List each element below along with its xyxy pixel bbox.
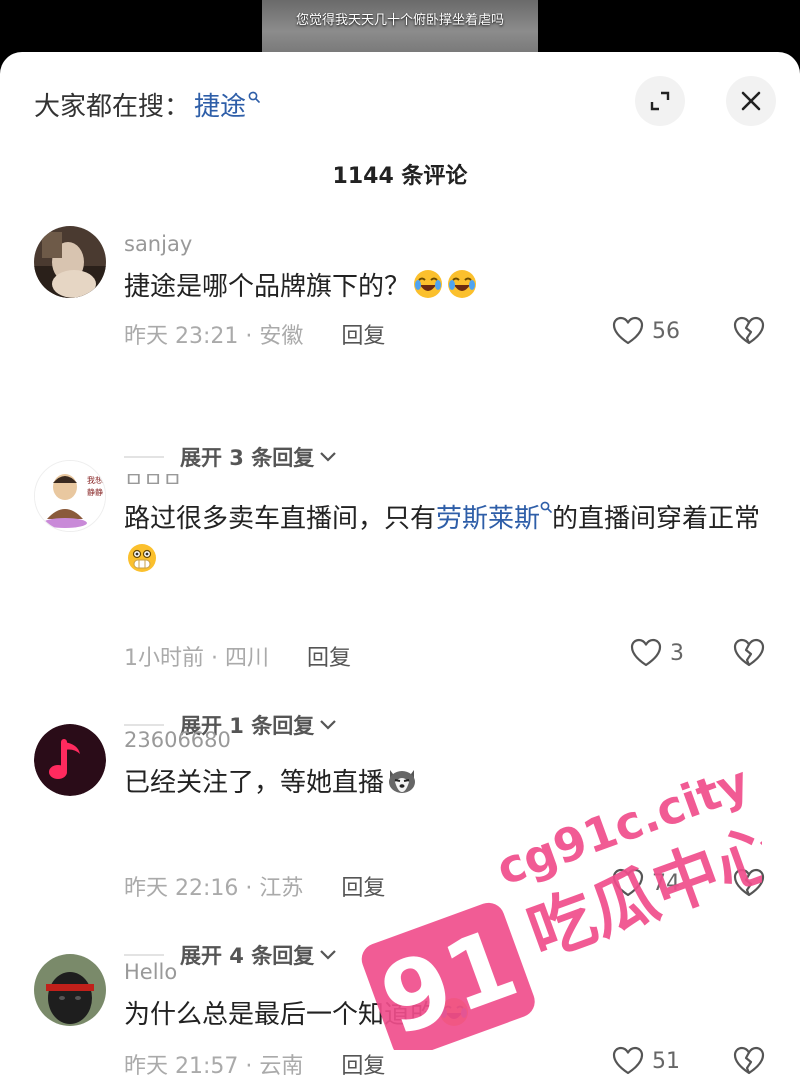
expand-divider	[124, 954, 164, 956]
like-button[interactable]: 51	[612, 1046, 680, 1076]
expand-divider	[124, 456, 164, 458]
expand-replies-label: 展开 4 条回复	[180, 944, 315, 968]
chevron-down-icon	[320, 720, 337, 730]
comment-text-part: 捷途是哪个品牌旗下的？	[124, 272, 411, 302]
comment-text-part: 已经关注了，等她直播	[124, 768, 385, 798]
comment-meta: 昨天 23:21 · 安徽 回复	[124, 318, 385, 350]
broken-heart-icon	[733, 1046, 765, 1075]
expand-replies-label: 展开 3 条回复	[180, 446, 315, 470]
comment-text: 为什么总是最后一个知道的	[124, 994, 774, 1036]
video-thumbnail[interactable]: 您觉得我天天几十个俯卧撑坐着虐吗	[262, 0, 538, 52]
comment-username[interactable]: Hello	[124, 960, 177, 984]
comment-username[interactable]: sanjay	[124, 232, 192, 256]
like-button[interactable]: 74	[612, 868, 680, 898]
comment-time-location: 1小时前 · 四川	[124, 646, 269, 671]
trending-search-prefix: 大家都在搜：	[34, 91, 191, 122]
like-count: 51	[652, 1048, 680, 1074]
comment-sheet: 大家都在搜： 捷途 1144 条评论 sanjay 捷途是哪个品牌旗下的？ 昨天…	[0, 52, 800, 1077]
avatar[interactable]	[34, 724, 106, 796]
comment-text: 路过很多卖车直播间，只有劳斯莱斯 的直播间穿着正常	[124, 498, 774, 582]
like-button[interactable]: 3	[630, 638, 684, 668]
heart-icon	[612, 868, 644, 897]
comment-meta: 昨天 22:16 · 江苏 回复	[124, 870, 385, 902]
search-link[interactable]: 劳斯莱斯	[436, 504, 540, 534]
avatar[interactable]	[34, 226, 106, 298]
svg-text:我想: 我想	[87, 475, 103, 485]
video-caption: 您觉得我天天几十个俯卧撑坐着虐吗	[295, 13, 504, 28]
dislike-button[interactable]	[733, 638, 765, 672]
chevron-down-icon	[320, 452, 337, 462]
comment-text: 已经关注了，等她直播	[124, 762, 774, 804]
dislike-button[interactable]	[733, 868, 765, 902]
laughing-emoji	[412, 268, 444, 300]
trending-search-term[interactable]: 捷途	[194, 86, 246, 123]
comment-time-location: 昨天 23:21 · 安徽	[124, 324, 304, 349]
broken-heart-icon	[733, 316, 765, 345]
shushing-emoji	[126, 542, 158, 574]
search-icon	[540, 501, 552, 513]
comment-username[interactable]: 23606680	[124, 728, 231, 752]
laughing-emoji	[438, 996, 470, 1028]
comment-text-part: 路过很多卖车直播间，只有	[124, 504, 437, 534]
broken-heart-icon	[733, 868, 765, 897]
heart-icon	[612, 1046, 644, 1075]
comment-username[interactable]: ㅁㅁㅁ	[124, 464, 182, 494]
expand-icon	[650, 91, 670, 111]
reply-button[interactable]: 回复	[307, 640, 351, 672]
dislike-button[interactable]	[733, 1046, 765, 1077]
comment-text-part: 的直播间穿着正常	[552, 504, 761, 534]
avatar[interactable]: 我想 静静	[34, 460, 106, 532]
reply-button[interactable]: 回复	[341, 870, 385, 902]
comment-text: 捷途是哪个品牌旗下的？	[124, 266, 774, 308]
trending-search[interactable]: 大家都在搜： 捷途	[34, 86, 260, 122]
reply-button[interactable]: 回复	[341, 1048, 385, 1077]
heart-icon	[612, 316, 644, 345]
broken-heart-icon	[733, 638, 765, 667]
laughing-emoji	[446, 268, 478, 300]
comment-meta: 昨天 21:57 · 云南 回复	[124, 1048, 385, 1077]
reply-button[interactable]: 回复	[341, 318, 385, 350]
husky-emoji	[386, 764, 418, 796]
avatar[interactable]	[34, 954, 106, 1026]
dislike-button[interactable]	[733, 316, 765, 350]
expand-button[interactable]	[635, 76, 685, 126]
comment-time-location: 昨天 21:57 · 云南	[124, 1054, 304, 1077]
svg-text:静静: 静静	[87, 487, 103, 497]
like-count: 56	[652, 318, 680, 344]
like-count: 3	[670, 640, 684, 666]
comment-text-part: 为什么总是最后一个知道的	[124, 1000, 437, 1030]
comment-time-location: 昨天 22:16 · 江苏	[124, 876, 304, 901]
heart-icon	[630, 638, 662, 667]
comment-count: 1144 条评论	[332, 164, 468, 189]
close-button[interactable]	[726, 76, 776, 126]
like-button[interactable]: 56	[612, 316, 680, 346]
chevron-down-icon	[320, 950, 337, 960]
close-icon	[741, 91, 761, 111]
comment-meta: 1小时前 · 四川 回复	[124, 640, 351, 672]
like-count: 74	[652, 870, 680, 896]
search-icon	[248, 91, 260, 103]
expand-divider	[124, 724, 164, 726]
video-strip: 您觉得我天天几十个俯卧撑坐着虐吗	[0, 0, 800, 58]
